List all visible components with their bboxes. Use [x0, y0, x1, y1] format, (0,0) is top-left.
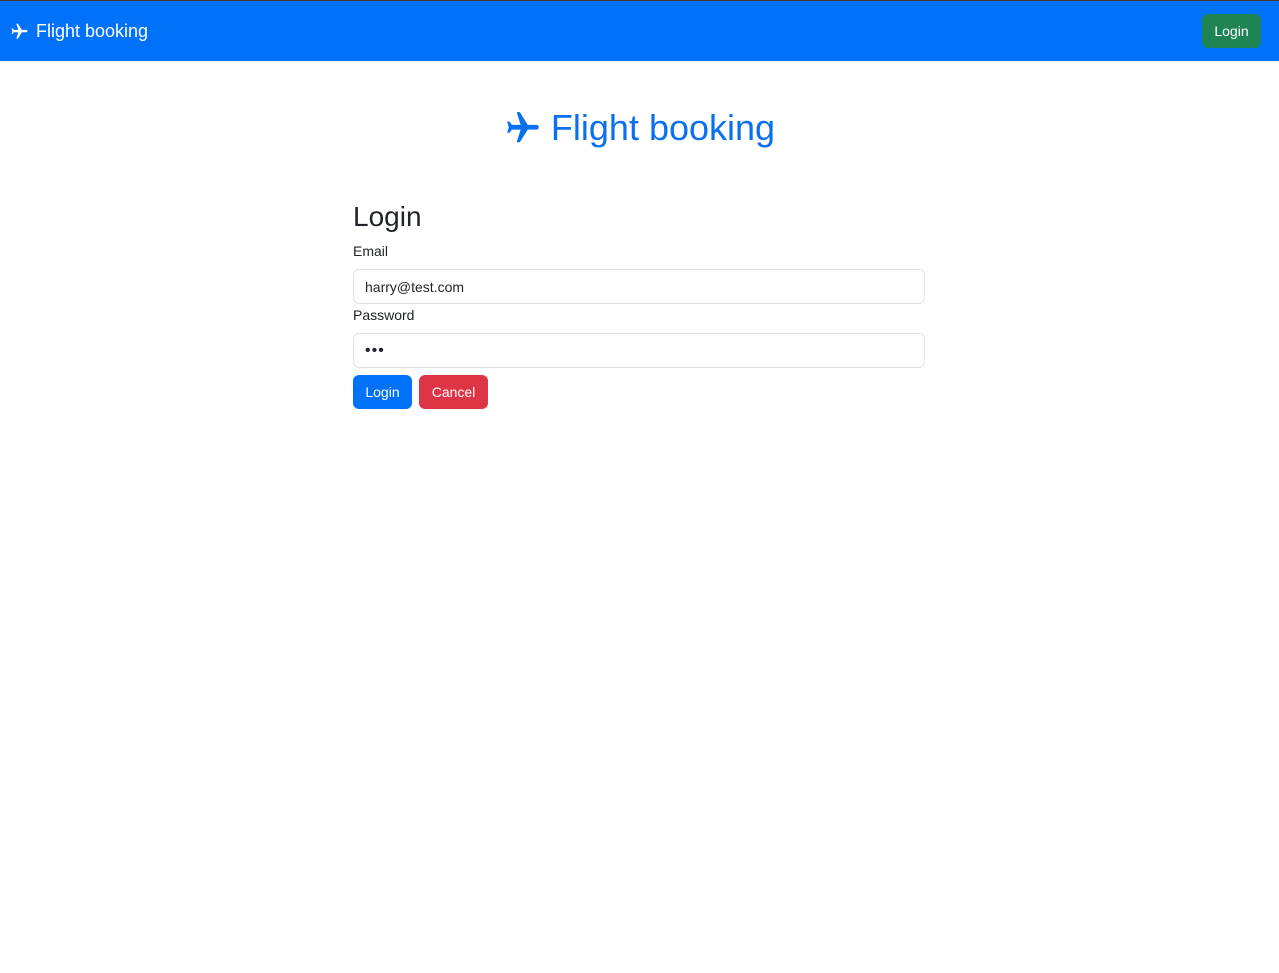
- navbar-brand-label: Flight booking: [36, 20, 149, 41]
- navbar-login-button[interactable]: Login: [1202, 14, 1261, 48]
- page-header: Flight booking: [0, 108, 1279, 148]
- login-button[interactable]: Login: [353, 375, 412, 409]
- login-form: Login Email Password Login Cancel: [353, 198, 925, 409]
- navbar-brand[interactable]: Flight booking: [10, 21, 148, 42]
- form-actions: Login Cancel: [353, 375, 925, 409]
- login-heading: Login: [353, 201, 422, 232]
- password-label: Password: [353, 307, 415, 323]
- cancel-button[interactable]: Cancel: [419, 375, 488, 409]
- email-label: Email: [353, 243, 389, 259]
- airplane-icon: [504, 109, 542, 147]
- airplane-icon: [10, 22, 29, 41]
- page-title: Flight booking: [550, 107, 776, 148]
- email-field[interactable]: [353, 269, 925, 304]
- password-field[interactable]: [353, 333, 925, 368]
- navbar: Flight booking Login: [0, 1, 1279, 61]
